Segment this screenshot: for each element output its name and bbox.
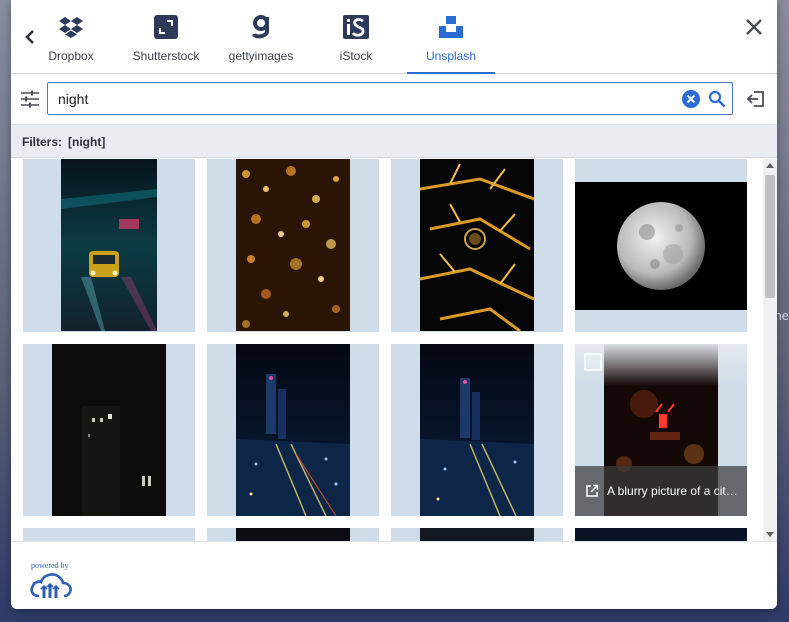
dark-building-night-image	[52, 344, 166, 516]
night-image	[420, 528, 534, 541]
dropbox-icon	[59, 13, 83, 41]
image-gallery: A blurry picture of a cit…	[11, 159, 777, 541]
image-card[interactable]	[391, 159, 563, 332]
shutterstock-icon	[154, 13, 178, 41]
image-card-hovered[interactable]: A blurry picture of a cit…	[575, 344, 747, 516]
image-card[interactable]	[575, 528, 747, 541]
scrollbar-thumb[interactable]	[765, 175, 775, 298]
tab-label: Shutterstock	[132, 49, 200, 63]
image-card[interactable]	[207, 159, 379, 332]
active-filters: Filters: [night]	[11, 125, 777, 158]
search-icon	[708, 90, 726, 108]
gallery-scrollbar[interactable]	[763, 159, 777, 541]
open-external-icon[interactable]	[585, 484, 599, 498]
search-input[interactable]	[58, 89, 658, 109]
search-box	[47, 82, 733, 115]
city-skyline-night-image	[236, 344, 350, 516]
clear-search-button[interactable]	[682, 90, 700, 108]
close-button[interactable]	[743, 16, 765, 38]
tune-icon	[21, 90, 39, 108]
image-caption-overlay: A blurry picture of a cit…	[575, 466, 747, 516]
filter-tag: [night]	[68, 135, 106, 149]
tab-label: Unsplash	[425, 49, 477, 63]
tab-istock[interactable]: iStock	[312, 0, 400, 74]
image-card[interactable]	[23, 159, 195, 332]
select-checkbox[interactable]	[584, 353, 602, 371]
image-card[interactable]	[23, 344, 195, 516]
gettyimages-icon	[251, 13, 271, 41]
cloudinary-logo-icon[interactable]	[29, 570, 73, 600]
night-street-taxi-image	[61, 159, 157, 331]
scroll-up-arrow-icon[interactable]	[766, 163, 774, 168]
image-card[interactable]	[207, 344, 379, 516]
bokeh-lights-image	[236, 159, 350, 331]
search-button[interactable]	[708, 90, 726, 108]
night-image	[236, 528, 350, 541]
istock-icon	[343, 13, 369, 41]
search-bar	[11, 74, 777, 125]
tab-label: gettyimages	[228, 49, 294, 63]
tab-gettyimages[interactable]: gettyimages	[217, 0, 305, 74]
unsplash-icon	[439, 13, 463, 41]
close-icon	[746, 19, 762, 35]
image-card[interactable]	[207, 528, 379, 541]
image-card[interactable]	[575, 159, 747, 332]
tab-label: iStock	[339, 49, 373, 63]
footer: powered by	[11, 541, 777, 609]
logout-button[interactable]	[746, 90, 765, 108]
scroll-down-arrow-icon[interactable]	[766, 532, 774, 537]
tab-shutterstock[interactable]: Shutterstock	[122, 0, 210, 74]
image-card[interactable]	[23, 528, 195, 541]
clear-icon	[686, 94, 696, 104]
tab-unsplash[interactable]: Unsplash	[407, 0, 495, 74]
source-tabs: Dropbox Shutterstock gettyimages iStock	[11, 0, 777, 74]
powered-by-text: powered by	[31, 561, 69, 570]
filter-settings-button[interactable]	[20, 90, 40, 108]
image-card[interactable]	[391, 528, 563, 541]
tab-dropbox[interactable]: Dropbox	[27, 0, 115, 74]
tab-label: Dropbox	[48, 49, 94, 63]
filters-label: Filters:	[22, 135, 63, 149]
night-sky-image	[575, 528, 747, 541]
media-library-dialog: Dropbox Shutterstock gettyimages iStock	[11, 0, 777, 609]
moon-image	[575, 182, 747, 310]
golden-branches-image	[420, 159, 534, 331]
image-card[interactable]	[391, 344, 563, 516]
image-caption: A blurry picture of a cit…	[607, 484, 738, 498]
logout-icon	[746, 91, 764, 107]
city-skyline-night-image	[420, 344, 534, 516]
